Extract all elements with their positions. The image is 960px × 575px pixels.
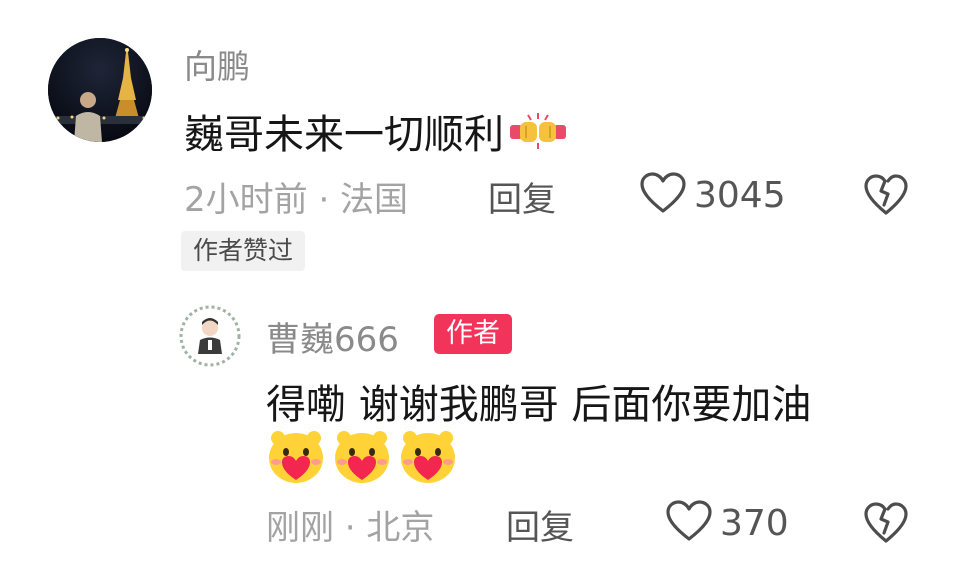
broken-heart-icon[interactable] <box>864 174 908 220</box>
comment-text-row: 巍哥未来一切顺利 <box>184 102 568 160</box>
reply-button[interactable]: 回复 <box>506 500 574 549</box>
heart-face-emoji-icon <box>332 428 392 486</box>
fist-bump-emoji-icon <box>508 111 568 151</box>
like-count: 3045 <box>694 174 786 216</box>
like-button[interactable]: 3045 <box>640 172 786 218</box>
username[interactable]: 向鹏 <box>184 40 250 88</box>
comment-text: 得嘞 谢谢我鹏哥 后面你要加油 <box>266 382 812 428</box>
emoji-row <box>266 428 458 486</box>
avatar-image <box>48 38 152 142</box>
heart-face-emoji-icon <box>398 428 458 486</box>
author-liked-badge: 作者赞过 <box>181 231 306 271</box>
avatar[interactable] <box>178 304 242 368</box>
heart-face-emoji-icon <box>266 428 326 486</box>
heart-icon <box>666 500 712 546</box>
author-tag: 作者 <box>434 314 512 354</box>
avatar-image <box>178 304 242 368</box>
reply-button[interactable]: 回复 <box>488 172 556 221</box>
like-button[interactable]: 370 <box>666 500 789 546</box>
timestamp-location: 2小时前 · 法国 <box>184 180 409 220</box>
comment-meta: 刚刚 · 北京 回复 370 <box>0 500 960 549</box>
comment-text: 巍哥未来一切顺利 <box>184 112 504 158</box>
like-count: 370 <box>720 502 789 544</box>
comment-meta: 2小时前 · 法国 回复 3045 <box>0 172 960 221</box>
timestamp-location: 刚刚 · 北京 <box>266 508 435 548</box>
avatar[interactable] <box>48 38 152 142</box>
broken-heart-icon[interactable] <box>864 502 908 548</box>
username[interactable]: 曹巍666 <box>266 312 399 361</box>
heart-icon <box>640 172 686 218</box>
